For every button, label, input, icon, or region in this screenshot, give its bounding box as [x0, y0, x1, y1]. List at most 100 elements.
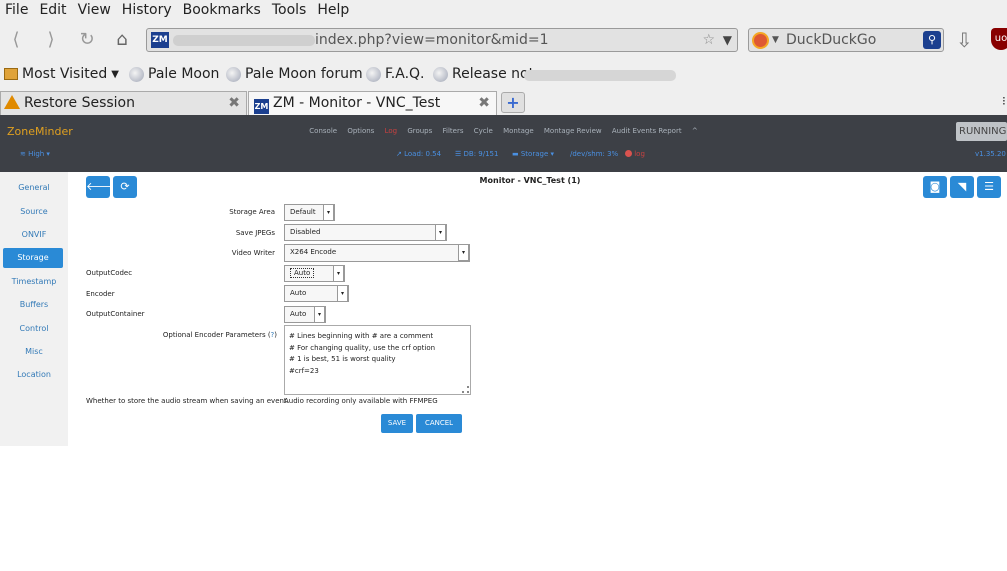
encoder-value: Auto	[290, 289, 307, 297]
nav-groups[interactable]: Groups	[407, 127, 432, 135]
download-icon[interactable]: ⇩	[956, 28, 973, 52]
rss-icon: ◥	[957, 180, 967, 193]
home-icon[interactable]: ⌂	[109, 28, 135, 52]
optional-encoder-params-label: Optional Encoder Parameters (?)	[140, 331, 277, 339]
database-icon: ☰	[455, 150, 462, 158]
back-icon[interactable]: ⟨	[3, 28, 29, 52]
encoder-select[interactable]: Auto ▾	[284, 285, 349, 302]
output-codec-label: OutputCodec	[86, 269, 133, 277]
output-container-label: OutputContainer	[86, 310, 145, 318]
tab-title: Restore Session	[24, 95, 135, 111]
nav-montage-review[interactable]: Montage Review	[544, 127, 602, 135]
zm-favicon-icon: ZM	[254, 99, 269, 114]
storage-dropdown[interactable]: ▬ Storage ▾	[512, 150, 554, 158]
save-jpegs-select[interactable]: Disabled ▾	[284, 224, 447, 241]
globe-icon	[433, 66, 448, 82]
sidebar-item-misc[interactable]: Misc	[0, 342, 68, 362]
cancel-button[interactable]: CANCEL	[416, 414, 462, 433]
storage-label: Storage ▾	[520, 150, 554, 158]
forward-icon[interactable]: ⟩	[38, 28, 64, 52]
optional-params-text: Optional Encoder Parameters (	[162, 331, 271, 339]
url-bar[interactable]: ZM index.php?view=monitor&mid=1 ☆ ▼	[146, 28, 738, 52]
save-jpegs-label: Save JPEGs	[235, 229, 275, 237]
bookmark-label: F.A.Q.	[385, 66, 425, 82]
bookmark-faq[interactable]: F.A.Q.	[366, 66, 425, 82]
zm-version[interactable]: v1.35.20	[975, 150, 1006, 158]
sidebar-item-buffers[interactable]: Buffers	[0, 295, 68, 315]
menu-tools[interactable]: Tools	[267, 2, 313, 18]
sidebar-item-onvif[interactable]: ONVIF	[0, 225, 68, 245]
menu-history[interactable]: History	[117, 2, 178, 18]
output-container-select[interactable]: Auto ▾	[284, 306, 326, 323]
search-icon[interactable]: ⚲	[923, 31, 941, 49]
search-bar[interactable]: ▼ DuckDuckGo ⚲	[748, 28, 944, 52]
sidebar-item-storage[interactable]: Storage	[3, 248, 63, 268]
browser-navbar: ⟨ ⟩ ↻ ⌂ ZM index.php?view=monitor&mid=1 …	[0, 19, 1007, 61]
sidebar-item-location[interactable]: Location	[0, 365, 68, 385]
browser-menubar: File Edit View History Bookmarks Tools H…	[0, 0, 1007, 19]
bookmark-pale-moon-forum[interactable]: Pale Moon forum	[226, 66, 363, 82]
nav-log[interactable]: Log	[385, 127, 398, 135]
nav-audit-events-report[interactable]: Audit Events Report	[612, 127, 682, 135]
reload-icon[interactable]: ↻	[74, 28, 100, 52]
wifi-icon: ≋	[20, 150, 26, 158]
save-jpegs-value: Disabled	[290, 228, 321, 236]
bookmarks-toolbar: Most Visited ▼ Pale Moon Pale Moon forum…	[0, 61, 1007, 89]
sidebar-item-control[interactable]: Control	[0, 319, 68, 339]
bookmark-pale-moon[interactable]: Pale Moon	[129, 66, 219, 82]
sidebar-item-timestamp[interactable]: Timestamp	[0, 272, 68, 292]
nav-collapse-icon[interactable]: ^	[692, 127, 698, 135]
nav-filters[interactable]: Filters	[443, 127, 464, 135]
video-writer-label: Video Writer	[231, 249, 275, 257]
bookmark-label: Most Visited	[22, 66, 108, 82]
sidebar-item-source[interactable]: Source	[0, 202, 68, 222]
bookmark-most-visited[interactable]: Most Visited ▼	[4, 66, 119, 82]
stream-button[interactable]: ◙	[923, 176, 947, 198]
menu-bookmarks[interactable]: Bookmarks	[178, 2, 267, 18]
bookmark-label: Pale Moon	[148, 66, 220, 82]
search-input[interactable]: DuckDuckGo	[786, 29, 876, 51]
zm-header: ZoneMinder Console Options Log Groups Fi…	[0, 115, 1007, 172]
menu-help[interactable]: Help	[312, 2, 355, 18]
zm-main-nav: Console Options Log Groups Filters Cycle…	[0, 127, 1007, 135]
tab-restore-session[interactable]: Restore Session ✖	[0, 91, 247, 115]
ublock-icon[interactable]: uo	[991, 28, 1007, 50]
save-button[interactable]: SAVE	[381, 414, 413, 433]
menu-edit[interactable]: Edit	[34, 2, 72, 18]
stream-icon: ◙	[929, 180, 941, 193]
db-value: DB: 9/151	[463, 150, 499, 158]
rss-button[interactable]: ◥	[950, 176, 974, 198]
nav-options[interactable]: Options	[347, 127, 374, 135]
nav-cycle[interactable]: Cycle	[474, 127, 493, 135]
output-codec-select[interactable]: Auto ▾	[284, 265, 345, 282]
list-button[interactable]: ☰	[977, 176, 1001, 198]
bandwidth-dropdown[interactable]: ≋ High ▾	[20, 150, 50, 158]
video-writer-select[interactable]: X264 Encode ▾	[284, 244, 470, 262]
tab-list-icon[interactable]: ⁝	[1002, 94, 1006, 108]
nav-montage[interactable]: Montage	[503, 127, 534, 135]
duckduckgo-icon[interactable]	[752, 32, 769, 49]
tab-strip: Restore Session ✖ ZM ZM - Monitor - VNC_T…	[0, 89, 1007, 115]
close-icon[interactable]: ✖	[228, 92, 240, 114]
new-tab-button[interactable]: +	[501, 92, 525, 113]
optional-encoder-params-textarea[interactable]: # Lines beginning with # are a comment #…	[284, 325, 471, 395]
tab-title: ZM - Monitor - VNC_Test	[273, 95, 441, 111]
folder-icon	[4, 68, 18, 80]
menu-view[interactable]: View	[73, 2, 117, 18]
url-dropdown-icon[interactable]: ▼	[723, 29, 732, 51]
chevron-down-icon: ▾	[333, 265, 344, 282]
load-value: Load: 0.54	[404, 150, 442, 158]
run-state-button[interactable]: RUNNING	[956, 122, 1007, 141]
bookmark-star-icon[interactable]: ☆	[702, 29, 715, 51]
nav-console[interactable]: Console	[309, 127, 337, 135]
close-icon[interactable]: ✖	[478, 92, 490, 114]
resize-handle[interactable]	[462, 386, 469, 393]
tab-zm-monitor[interactable]: ZM ZM - Monitor - VNC_Test ✖	[248, 91, 497, 115]
optional-params-close: )	[274, 331, 277, 339]
output-codec-value: Auto	[290, 268, 315, 278]
storage-area-select[interactable]: Default ▾	[284, 204, 335, 221]
search-engine-dropdown-icon[interactable]: ▼	[772, 29, 779, 51]
url-text: index.php?view=monitor&mid=1	[315, 32, 549, 48]
menu-file[interactable]: File	[0, 2, 34, 18]
log-status[interactable]: log	[625, 150, 645, 158]
